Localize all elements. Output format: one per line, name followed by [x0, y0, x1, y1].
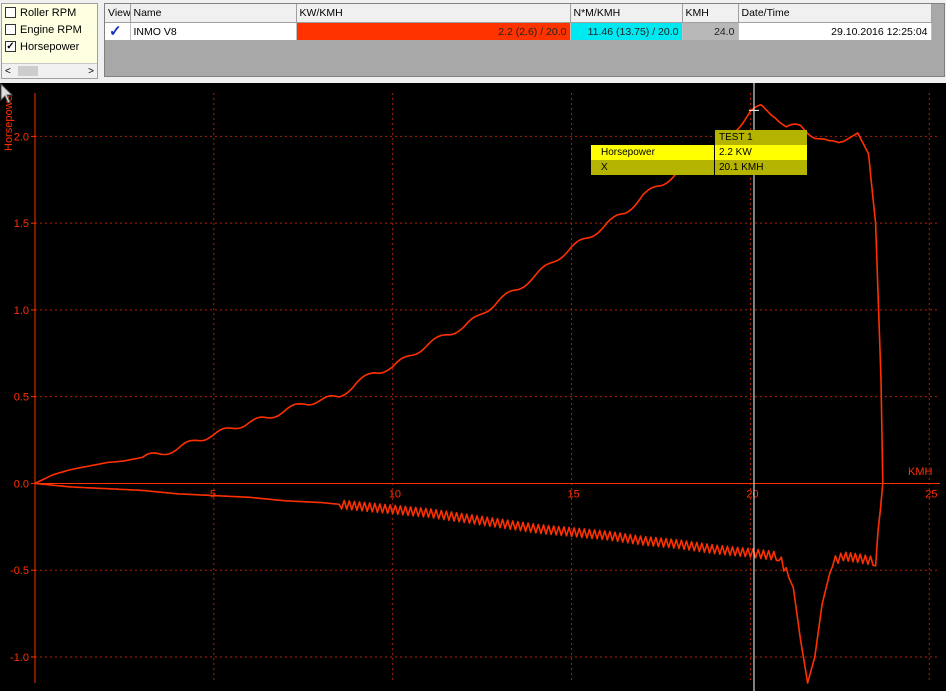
mouse-pointer-icon	[0, 83, 14, 104]
series-line-2	[34, 482, 884, 684]
channel-label: Roller RPM	[20, 6, 77, 19]
table-header-row: View Name KW/KMH N*M/KMH KMH Date/Time	[105, 4, 932, 23]
channel-list-scrollbar[interactable]: < >	[2, 63, 97, 78]
y-tick-label: 1.0	[14, 305, 29, 317]
engine-rpm-checkbox[interactable]	[5, 24, 16, 35]
cell-kw: 2.2 (2.6) / 20.0	[296, 22, 571, 40]
tooltip-header: TEST 1	[591, 130, 807, 145]
col-header-kw[interactable]: KW/KMH	[296, 4, 571, 23]
scroll-thumb[interactable]	[18, 66, 38, 76]
channel-label: Engine RPM	[20, 23, 82, 36]
channel-label: Horsepower	[20, 40, 80, 53]
horsepower-checkbox[interactable]: ✓	[5, 41, 16, 52]
y-tick-label: 2.0	[14, 131, 29, 143]
x-tick-label: 15	[568, 488, 580, 500]
view-check-icon[interactable]: ✓	[105, 22, 131, 40]
col-header-nm[interactable]: N*M/KMH	[570, 4, 683, 23]
roller-rpm-checkbox[interactable]	[5, 7, 16, 18]
col-header-datetime[interactable]: Date/Time	[738, 4, 932, 23]
col-header-kmh[interactable]: KMH	[682, 4, 739, 23]
tooltip-title: TEST 1	[714, 130, 807, 145]
y-tick-label: -0.5	[10, 565, 29, 577]
cell-kmh: 24.0	[682, 22, 739, 40]
results-table-panel: View Name KW/KMH N*M/KMH KMH Date/Time ✓…	[104, 3, 945, 77]
channel-roller-rpm[interactable]: Roller RPM	[2, 4, 97, 21]
x-tick-label: 20	[746, 488, 758, 500]
x-tick-label: 10	[389, 488, 401, 500]
col-header-name[interactable]: Name	[130, 4, 297, 23]
channel-list: Roller RPM Engine RPM ✓ Horsepower < >	[1, 3, 98, 79]
x-axis-title: KMH	[908, 466, 933, 478]
chart-area[interactable]: 5 10 15 20 25 2.0 1.5 1.0 0.5 0.0 -0.5 -1.0 Horsepo…	[0, 83, 946, 691]
table-row[interactable]: ✓ INMO V8 2.2 (2.6) / 20.0 11.46 (13.75)…	[105, 22, 932, 40]
tooltip-label: X	[591, 160, 714, 175]
tooltip-value: 2.2 KW	[714, 145, 807, 160]
tooltip-row: X 20.1 KMH	[591, 160, 807, 175]
y-tick-label: 0.5	[14, 392, 29, 404]
cell-name: INMO V8	[130, 22, 297, 40]
results-table: View Name KW/KMH N*M/KMH KMH Date/Time ✓…	[105, 4, 932, 40]
channel-engine-rpm[interactable]: Engine RPM	[2, 21, 97, 38]
tooltip-row: Horsepower 2.2 KW	[591, 145, 807, 160]
y-tick-label: 1.5	[14, 218, 29, 230]
y-tick-label: -1.0	[10, 652, 29, 664]
channel-horsepower[interactable]: ✓ Horsepower	[2, 38, 97, 55]
col-header-view[interactable]: View	[105, 4, 131, 23]
tooltip-value: 20.1 KMH	[714, 160, 807, 175]
x-tick-label: 5	[210, 488, 216, 500]
x-tick-label: 25	[925, 488, 937, 500]
tooltip-label: Horsepower	[591, 145, 714, 160]
scroll-right-icon[interactable]: >	[88, 66, 94, 77]
scroll-left-icon[interactable]: <	[5, 66, 11, 77]
y-tick-label: 0.0	[14, 478, 29, 490]
cell-nm: 11.46 (13.75) / 20.0	[570, 22, 683, 40]
data-tooltip: TEST 1 Horsepower 2.2 KW X 20.1 KMH	[591, 130, 807, 175]
cell-datetime: 29.10.2016 12:25:04	[738, 22, 932, 40]
